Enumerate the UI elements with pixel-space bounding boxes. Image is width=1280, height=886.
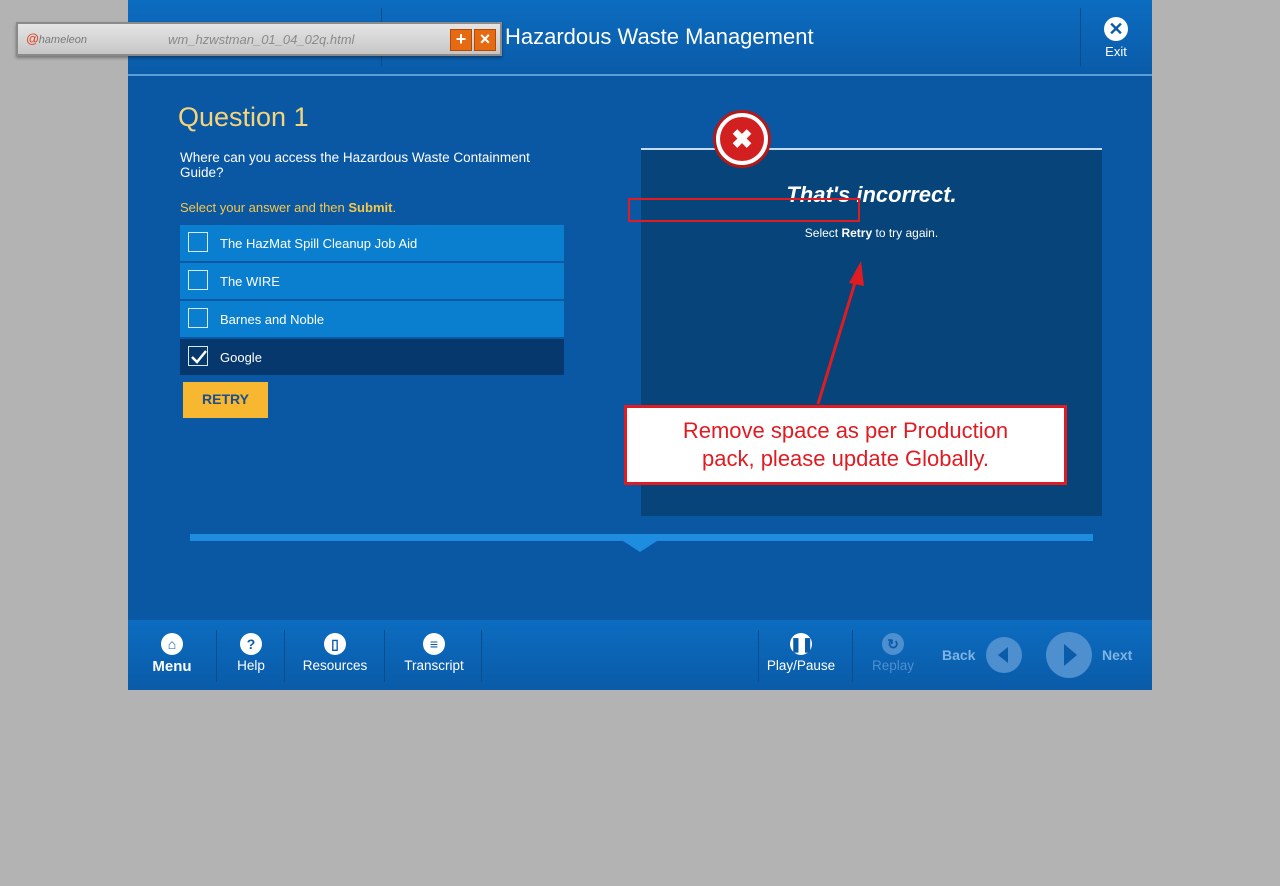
exit-button[interactable]: ✕ Exit [1080,0,1152,74]
help-label: Help [237,658,265,673]
hint-bold: Retry [841,226,873,240]
option-label: Google [220,350,262,365]
help-icon: ? [240,633,262,655]
resources-button[interactable]: ▯ Resources [298,620,372,690]
footer-divider [852,630,853,682]
hint-suffix: to try again. [872,226,939,240]
chameleon-logo-text: hameleon [38,34,88,46]
transcript-label: Transcript [404,658,464,673]
incorrect-icon: ✖ [713,110,771,168]
instruction-prefix: Select your answer and then [180,200,349,215]
annotation-line-2: pack, please update Globally. [702,446,989,471]
back-button[interactable]: Back [940,620,1024,690]
document-icon: ▯ [324,633,346,655]
instruction-bold: Submit [348,200,393,215]
option-label: Barnes and Noble [220,312,325,327]
add-icon[interactable]: + [450,29,472,51]
footer-divider [384,630,385,682]
chameleon-logo: @hameleon [26,31,87,46]
checkbox[interactable] [188,308,208,328]
list-icon: ≡ [423,633,445,655]
chameleon-toolbar[interactable]: @hameleon wm_hzwstman_01_04_02q.html + × [16,22,502,56]
replay-button[interactable]: ↻ Replay [864,620,922,690]
next-button[interactable]: Next [1044,620,1140,690]
course-player: Hazardous Waste Management ✕ Exit Questi… [128,0,1152,690]
swirl-icon: @ [26,31,39,46]
checkbox-checked[interactable] [188,346,208,366]
close-icon[interactable]: × [474,29,496,51]
hint-prefix: Select [804,226,842,240]
next-label: Next [1102,647,1133,663]
question-heading: Question 1 [178,102,309,132]
question-text: Where can you access the Hazardous Waste… [180,150,530,180]
retry-button[interactable]: RETRY [183,382,268,418]
annotation-highlight-box [628,198,860,222]
footer-divider [216,630,217,682]
help-button[interactable]: ? Help [228,620,274,690]
instruction-suffix: . [392,200,397,215]
home-icon: ⌂ [161,633,183,655]
annotation-callout: Remove space as per Production pack, ple… [624,405,1067,485]
checkbox[interactable] [188,232,208,252]
footer-divider [758,630,759,682]
progress-bar [190,534,1093,541]
chameleon-filename: wm_hzwstman_01_04_02q.html [168,32,355,47]
answer-option[interactable]: The HazMat Spill Cleanup Job Aid [180,225,564,261]
resources-label: Resources [302,658,368,673]
checkbox[interactable] [188,270,208,290]
back-arrow-icon [986,637,1022,673]
answer-option[interactable]: Barnes and Noble [180,301,564,337]
pause-icon: ❚❚ [790,633,813,655]
option-label: The WIRE [220,274,280,289]
footer-bar: ⌂ Menu ? Help ▯ Resources ≡ Transcript ❚… [128,620,1152,690]
answer-option-selected[interactable]: Google [180,339,564,375]
play-pause-label: Play/Pause [766,658,836,673]
annotation-line-1: Remove space as per Production [682,418,1009,443]
question-instruction: Select your answer and then Submit. [180,200,396,215]
next-arrow-icon [1046,632,1092,678]
replay-icon: ↻ [882,633,904,655]
transcript-button[interactable]: ≡ Transcript [398,620,470,690]
menu-button[interactable]: ⌂ Menu [146,620,198,690]
back-label: Back [942,647,976,663]
checkmark-icon [191,350,207,364]
replay-label: Replay [871,658,915,673]
answer-option[interactable]: The WIRE [180,263,564,299]
course-title: Hazardous Waste Management [505,24,814,49]
option-label: The HazMat Spill Cleanup Job Aid [220,236,418,251]
footer-divider [481,630,482,682]
feedback-hint: Select Retry to try again. [641,226,1102,240]
exit-label: Exit [1105,44,1127,59]
close-icon: ✕ [1104,17,1128,41]
footer-divider [284,630,285,682]
menu-label: Menu [152,658,192,675]
play-pause-button[interactable]: ❚❚ Play/Pause [764,620,838,690]
progress-marker [623,541,657,552]
